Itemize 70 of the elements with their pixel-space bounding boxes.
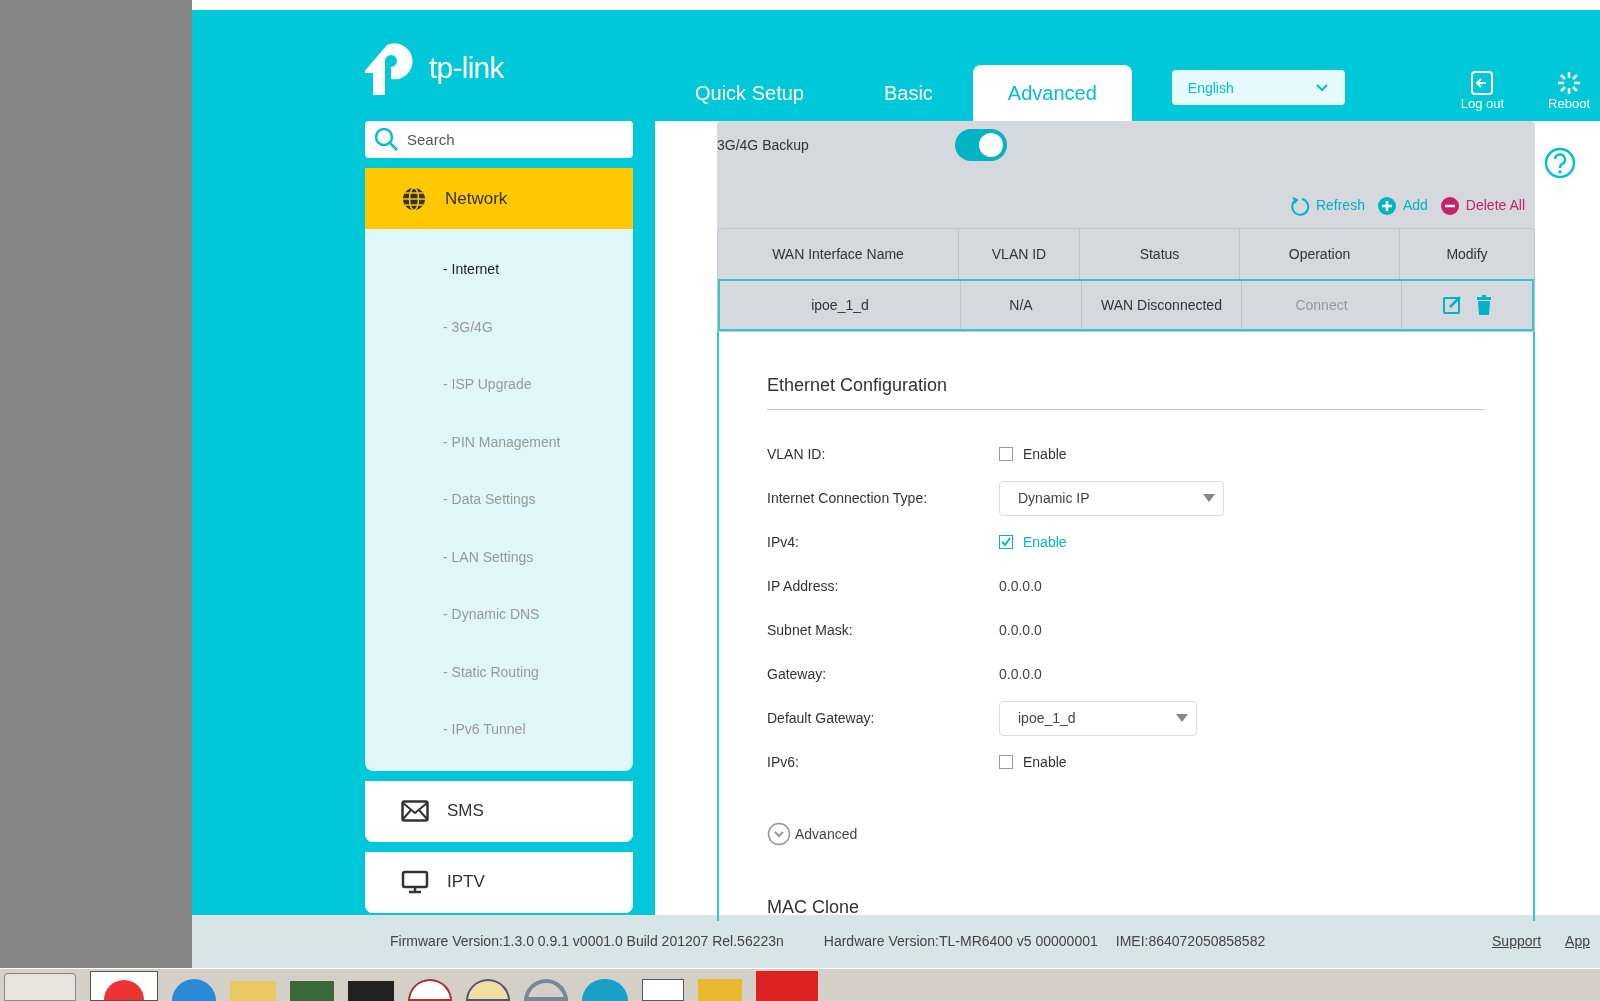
nav-tab[interactable]: Quick Setup xyxy=(655,65,844,121)
search-field[interactable]: Search xyxy=(365,121,633,158)
field-value: 0.0.0.0 xyxy=(999,664,1042,684)
refresh-icon xyxy=(1289,195,1310,216)
add-icon xyxy=(1376,195,1397,216)
enable-checkbox[interactable]: Enable xyxy=(999,443,1067,465)
caret-icon xyxy=(1203,494,1215,502)
section-title: Ethernet Configuration xyxy=(767,372,1485,410)
search-icon xyxy=(373,126,399,152)
table-action-button[interactable]: Refresh xyxy=(1289,195,1365,216)
help-icon[interactable] xyxy=(1543,146,1577,180)
start-button[interactable] xyxy=(4,973,76,1001)
submenu-item[interactable]: - Dynamic DNS xyxy=(365,586,633,644)
submenu-item[interactable]: - Static Routing xyxy=(365,643,633,701)
table-cell: WAN Disconnected xyxy=(1082,281,1242,329)
chevron-icon xyxy=(1314,82,1329,93)
field-label: Default Gateway: xyxy=(767,708,876,728)
checkmark-icon xyxy=(1001,537,1011,547)
field-label: Subnet Mask: xyxy=(767,620,854,640)
header-action-button[interactable]: Reboot xyxy=(1548,70,1590,121)
firmware-version: Firmware Version:1.3.0 0.9.1 v0001.0 Build 201207 Rel.56223n xyxy=(390,932,784,951)
envelope-icon xyxy=(401,800,429,822)
footer-link[interactable]: Support xyxy=(1492,931,1542,952)
submenu-item[interactable]: - IPv6 Tunnel xyxy=(365,701,633,759)
connect-button[interactable]: Connect xyxy=(1295,294,1348,316)
edit-icon[interactable] xyxy=(1442,295,1462,315)
submenu-item[interactable]: - ISP Upgrade xyxy=(365,356,633,414)
field-value: 0.0.0.0 xyxy=(999,576,1042,596)
table-cell: N/A xyxy=(961,281,1082,329)
backup-label: 3G/4G Backup xyxy=(717,135,810,155)
enable-checkbox[interactable]: Enable xyxy=(999,751,1067,773)
advanced-toggle[interactable]: Advanced xyxy=(767,822,1485,846)
table-action-button[interactable]: Add xyxy=(1376,195,1428,216)
remove-icon xyxy=(1439,195,1460,216)
dropdown[interactable]: ipoe_1_d xyxy=(999,700,1197,736)
enable-checkbox[interactable]: Enable xyxy=(999,531,1067,553)
field-label: IPv6: xyxy=(767,752,800,772)
sidebar-item[interactable]: Network xyxy=(365,168,633,229)
submenu-item[interactable]: - PIN Management xyxy=(365,413,633,471)
submenu-item[interactable]: - Data Settings xyxy=(365,471,633,529)
section-title: MAC Clone xyxy=(767,896,861,919)
reboot-icon xyxy=(1556,70,1583,96)
field-label: IPv4: xyxy=(767,532,800,552)
language-select[interactable]: English xyxy=(1171,70,1345,105)
footer-link[interactable]: App xyxy=(1565,931,1590,952)
table-action-button[interactable]: Delete All xyxy=(1439,195,1525,216)
monitor-icon xyxy=(401,870,429,894)
field-label: Gateway: xyxy=(767,664,828,684)
submenu-item[interactable]: - Internet xyxy=(365,241,633,299)
field-label: Internet Connection Type: xyxy=(767,488,929,508)
trash-icon[interactable] xyxy=(1476,295,1492,315)
chevron-circle-icon xyxy=(767,822,791,846)
nav-tab[interactable]: Advanced xyxy=(972,65,1132,121)
globe-icon xyxy=(401,185,427,212)
submenu-item[interactable]: - 3G/4G xyxy=(365,298,633,356)
logout-icon xyxy=(1470,70,1495,96)
submenu-item[interactable]: - LAN Settings xyxy=(365,528,633,586)
field-label: IP Address: xyxy=(767,576,840,596)
caret-icon xyxy=(1176,714,1188,722)
field-value: 0.0.0.0 xyxy=(999,620,1042,640)
dropdown[interactable]: Dynamic IP xyxy=(999,480,1224,516)
column-header: Modify xyxy=(1445,244,1489,264)
field-label: VLAN ID: xyxy=(767,444,827,464)
imei-text: IMEI:864072050858582 xyxy=(1115,932,1266,951)
table-cell: ipoe_1_d xyxy=(720,281,961,329)
header-action-button[interactable]: Log out xyxy=(1460,70,1505,121)
tp-link-logo: tp-link xyxy=(365,37,504,97)
hardware-version: Hardware Version:TL-MR6400 v5 00000001 xyxy=(823,932,1098,951)
nav-tab[interactable]: Basic xyxy=(843,65,973,121)
backup-toggle[interactable] xyxy=(955,129,1007,161)
